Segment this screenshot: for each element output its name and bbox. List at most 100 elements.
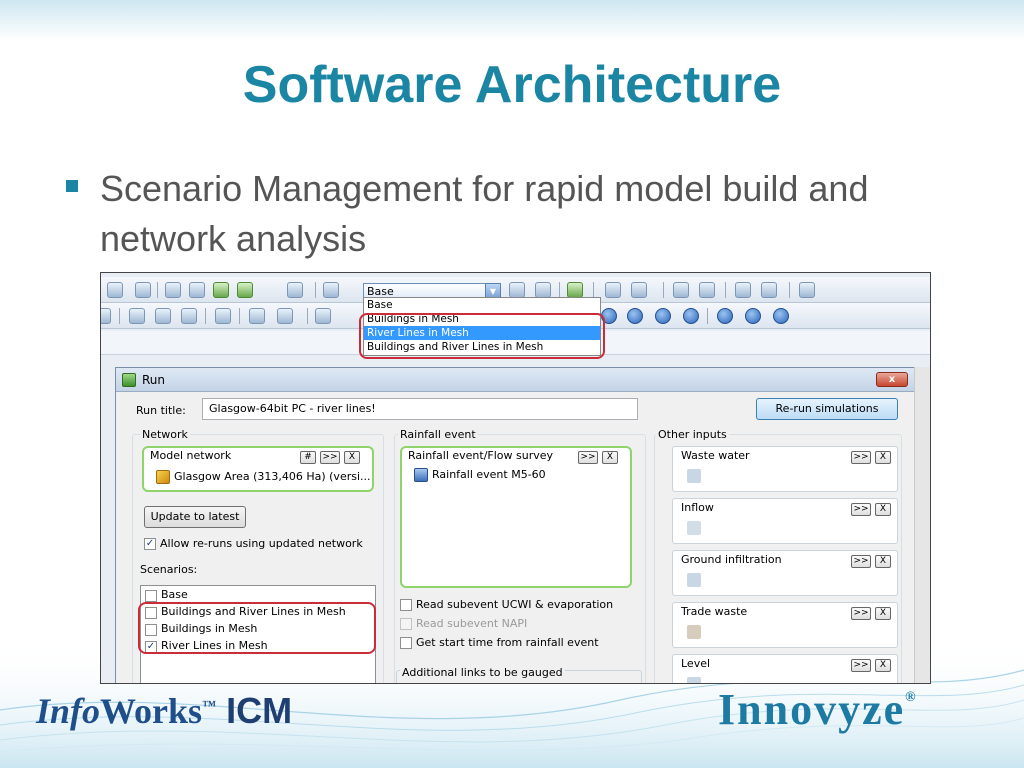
map-layer-icon[interactable] xyxy=(237,282,253,298)
stop-icon[interactable] xyxy=(627,308,643,324)
ground-infiltration-clear-button[interactable]: X xyxy=(875,555,891,568)
ground-infiltration-label: Ground infiltration xyxy=(681,553,782,566)
trade-waste-label: Trade waste xyxy=(681,605,748,618)
stack-icon[interactable] xyxy=(213,282,229,298)
trade-waste-clear-button[interactable]: X xyxy=(875,607,891,620)
network-more-button[interactable]: >> xyxy=(320,451,340,464)
toolbar-separator xyxy=(559,282,560,298)
run-icon xyxy=(122,373,136,387)
other-inputs-label: Other inputs xyxy=(656,428,729,441)
level-label: Level xyxy=(681,657,711,670)
toolbar-separator xyxy=(157,282,158,298)
waste-water-more-button[interactable]: >> xyxy=(851,451,871,464)
pause-icon[interactable] xyxy=(717,308,733,324)
update-to-latest-button[interactable]: Update to latest xyxy=(144,506,246,528)
trade-waste-icon xyxy=(687,625,701,639)
wave-icon[interactable] xyxy=(165,282,181,298)
select-icon[interactable] xyxy=(249,308,265,324)
scenario-manage-icon[interactable] xyxy=(567,282,583,298)
ground-infiltration-box: Ground infiltration >> X xyxy=(672,550,898,596)
inflow-more-button[interactable]: >> xyxy=(851,503,871,516)
vertical-scrollbar[interactable] xyxy=(914,367,930,683)
toolbar-separator xyxy=(307,308,308,324)
stack-window-icon[interactable] xyxy=(735,282,751,298)
level-clear-button[interactable]: X xyxy=(875,659,891,672)
infoworks-icm-logo: InfoWorks™ ICM xyxy=(36,690,292,732)
ground-infiltration-more-button[interactable]: >> xyxy=(851,555,871,568)
level-box: Level >> X xyxy=(672,654,898,683)
measure-icon[interactable] xyxy=(277,308,293,324)
split-window-icon[interactable] xyxy=(699,282,715,298)
globe-icon[interactable] xyxy=(215,308,231,324)
model-network-label: Model network xyxy=(150,449,232,462)
export-icon[interactable] xyxy=(799,282,815,298)
pointer-icon[interactable] xyxy=(101,308,111,324)
run-dialog-title: Run xyxy=(142,373,166,387)
logo-works-text: Works xyxy=(100,691,203,731)
toolbar-separator xyxy=(725,282,726,298)
allow-reruns-label: Allow re-runs using updated network xyxy=(160,537,363,550)
rerun-simulations-button[interactable]: Re-run simulations xyxy=(756,398,898,420)
run-title-label: Run title: xyxy=(136,404,186,417)
rainfall-survey-value[interactable]: Rainfall event M5-60 xyxy=(432,468,546,481)
top-wave-decoration xyxy=(0,0,1024,40)
scenario-icon[interactable] xyxy=(323,282,339,298)
fast-forward-icon[interactable] xyxy=(683,308,699,324)
inflow-clear-button[interactable]: X xyxy=(875,503,891,516)
commit-icon[interactable] xyxy=(631,282,647,298)
inflow-label: Inflow xyxy=(681,501,714,514)
bullet-text: Scenario Management for rapid model buil… xyxy=(100,168,869,259)
scenario-option[interactable]: Base xyxy=(364,298,600,312)
app-screenshot: Base ▼ Base Buildings in Mesh River Line… xyxy=(100,272,931,684)
scenario-add-icon[interactable] xyxy=(509,282,525,298)
window-icon[interactable] xyxy=(673,282,689,298)
innovyze-reg-text: ® xyxy=(905,690,918,705)
trade-waste-more-button[interactable]: >> xyxy=(851,607,871,620)
allow-reruns-checkbox[interactable]: ✓ xyxy=(144,538,156,550)
binoculars-icon[interactable] xyxy=(189,282,205,298)
table-icon[interactable] xyxy=(287,282,303,298)
toolbar-separator xyxy=(789,282,790,298)
network-hash-button[interactable]: # xyxy=(300,451,316,464)
logo-icm-text: ICM xyxy=(216,690,293,731)
dropdown-highlight-ring xyxy=(359,313,605,359)
run-title-input[interactable]: Glasgow-64bit PC - river lines! xyxy=(202,398,638,420)
model-network-value[interactable]: Glasgow Area (313,406 Ha) (versi... xyxy=(174,470,371,483)
rainfall-icon xyxy=(414,468,428,482)
info-icon[interactable] xyxy=(745,308,761,324)
waste-water-label: Waste water xyxy=(681,449,750,462)
hand-icon[interactable] xyxy=(129,308,145,324)
rainfall-clear-button[interactable]: X xyxy=(602,451,618,464)
read-napi-checkbox[interactable] xyxy=(400,618,412,630)
close-icon[interactable]: x xyxy=(876,372,908,387)
list-window-icon[interactable] xyxy=(761,282,777,298)
toolbar-separator xyxy=(663,282,664,298)
waste-water-clear-button[interactable]: X xyxy=(875,451,891,464)
zoom-in-icon[interactable] xyxy=(155,308,171,324)
waste-water-icon xyxy=(687,469,701,483)
trace-icon[interactable] xyxy=(315,308,331,324)
innovyze-logo-text: Innovyze xyxy=(718,685,906,734)
get-start-time-checkbox[interactable] xyxy=(400,637,412,649)
chart-icon[interactable] xyxy=(107,282,123,298)
waste-water-box: Waste water >> X xyxy=(672,446,898,492)
innovyze-logo: Innovyze® xyxy=(718,684,918,735)
read-ucwi-checkbox[interactable] xyxy=(400,599,412,611)
level-more-button[interactable]: >> xyxy=(851,659,871,672)
end-icon[interactable] xyxy=(773,308,789,324)
inflow-icon xyxy=(687,521,701,535)
network-icon xyxy=(156,470,170,484)
rainfall-survey-label: Rainfall event/Flow survey xyxy=(408,449,554,462)
scenario-checkbox[interactable] xyxy=(145,590,157,602)
rainfall-more-button[interactable]: >> xyxy=(578,451,598,464)
toolbar-separator xyxy=(205,308,206,324)
zoom-out-icon[interactable] xyxy=(181,308,197,324)
scenario-edit-icon[interactable] xyxy=(535,282,551,298)
slide-title: Software Architecture xyxy=(242,56,782,114)
grid-icon[interactable] xyxy=(135,282,151,298)
network-clear-button[interactable]: X xyxy=(344,451,360,464)
rainfall-group-label: Rainfall event xyxy=(398,428,478,441)
trade-waste-box: Trade waste >> X xyxy=(672,602,898,648)
refresh-icon[interactable] xyxy=(655,308,671,324)
validate-icon[interactable] xyxy=(605,282,621,298)
